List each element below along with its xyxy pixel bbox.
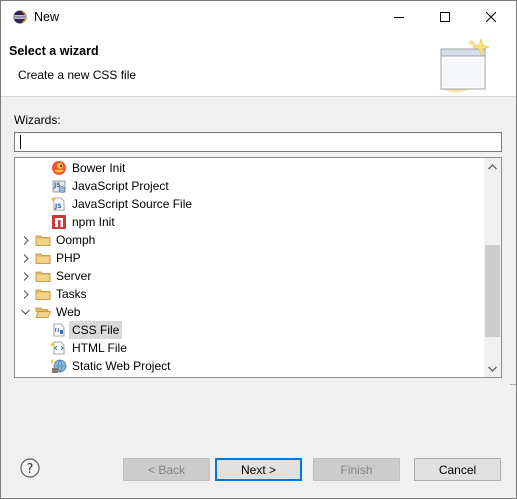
folder-icon: [35, 235, 51, 246]
finish-button[interactable]: Finish: [313, 458, 400, 481]
js-source-file-icon: JS: [51, 197, 65, 211]
next-button[interactable]: Next >: [215, 458, 302, 481]
maximize-button[interactable]: [422, 1, 468, 33]
tree-item-label: Server: [56, 269, 92, 283]
expand-chevron-icon[interactable]: [21, 234, 31, 246]
tree-item-oomph[interactable]: Oomph: [15, 231, 485, 249]
tree-item-html-file[interactable]: HTML File: [15, 339, 485, 357]
collapse-chevron-icon[interactable]: [20, 306, 30, 318]
tree-item-label: JavaScript Project: [72, 179, 169, 193]
bower-icon: [52, 161, 66, 175]
title-bar[interactable]: New: [1, 1, 516, 33]
folder-icon: [35, 289, 51, 300]
wizard-filter-input[interactable]: [14, 132, 502, 152]
tree-item-server[interactable]: Server: [15, 267, 485, 285]
chevron-down-icon: [488, 366, 497, 372]
chevron-up-icon: [488, 163, 497, 169]
tree-item-label: HTML File: [72, 341, 127, 355]
minimize-icon: [394, 17, 404, 18]
wizard-tree[interactable]: Bower Init JS JavaScript Project JS Java…: [14, 157, 502, 378]
wizard-title: Select a wizard: [9, 44, 99, 58]
svg-text:?: ?: [27, 462, 34, 477]
scroll-down-button[interactable]: [484, 360, 501, 377]
tree-item-label: npm Init: [72, 215, 115, 229]
tree-item-tasks[interactable]: Tasks: [15, 285, 485, 303]
folder-icon: [35, 253, 51, 264]
wizard-description: Create a new CSS file: [18, 68, 137, 82]
window-title: New: [34, 10, 60, 24]
minimize-button[interactable]: [376, 1, 422, 33]
divider: [510, 384, 516, 385]
close-icon: [486, 12, 496, 22]
scroll-up-button[interactable]: [484, 158, 501, 175]
tree-item-label: CSS File: [69, 321, 123, 339]
npm-icon: [52, 215, 66, 229]
cancel-button[interactable]: Cancel: [414, 458, 501, 481]
wizard-header: Select a wizard Create a new CSS file: [1, 33, 516, 97]
new-wizard-dialog: New Select a wizard Create a new CSS fil…: [0, 0, 517, 499]
tree-vertical-scrollbar[interactable]: [484, 158, 501, 377]
tree-item-javascript-source-file[interactable]: JS JavaScript Source File: [15, 195, 485, 213]
tree-item-label: Oomph: [56, 233, 96, 247]
tree-item-css-file[interactable]: CSS File: [15, 321, 485, 339]
close-button[interactable]: [468, 1, 514, 33]
tree-item-label: Static Web Project: [72, 359, 171, 373]
eclipse-icon: [13, 10, 27, 24]
expand-chevron-icon[interactable]: [21, 270, 31, 282]
tree-item-php[interactable]: PHP: [15, 249, 485, 267]
css-file-icon: [53, 323, 65, 337]
expand-chevron-icon[interactable]: [21, 252, 31, 264]
tree-item-bower-init[interactable]: Bower Init: [15, 159, 485, 177]
tree-item-label: JavaScript Source File: [72, 197, 193, 211]
help-icon[interactable]: ?: [20, 458, 40, 478]
folder-icon: [35, 271, 51, 282]
expand-chevron-icon[interactable]: [21, 288, 31, 300]
web-project-icon: [51, 359, 67, 373]
back-button[interactable]: < Back: [123, 458, 210, 481]
html-file-icon: [51, 341, 65, 355]
tree-item-label: PHP: [56, 251, 81, 265]
folder-open-icon: [35, 307, 51, 318]
js-project-icon: JS: [52, 180, 66, 193]
scrollbar-thumb[interactable]: [485, 245, 500, 337]
svg-text:JS: JS: [54, 203, 62, 210]
tree-item-javascript-project[interactable]: JS JavaScript Project: [15, 177, 485, 195]
tree-item-label: Tasks: [56, 287, 87, 301]
tree-item-label: Bower Init: [72, 161, 126, 175]
tree-item-label: Web: [56, 305, 81, 319]
tree-item-npm-init[interactable]: npm Init: [15, 213, 485, 231]
wizards-label: Wizards:: [14, 113, 61, 127]
maximize-icon: [440, 12, 450, 22]
new-wizard-banner-icon: [440, 38, 490, 93]
tree-item-web[interactable]: Web: [15, 303, 485, 321]
text-caret: [20, 135, 21, 149]
tree-item-static-web-project[interactable]: Static Web Project: [15, 357, 485, 375]
